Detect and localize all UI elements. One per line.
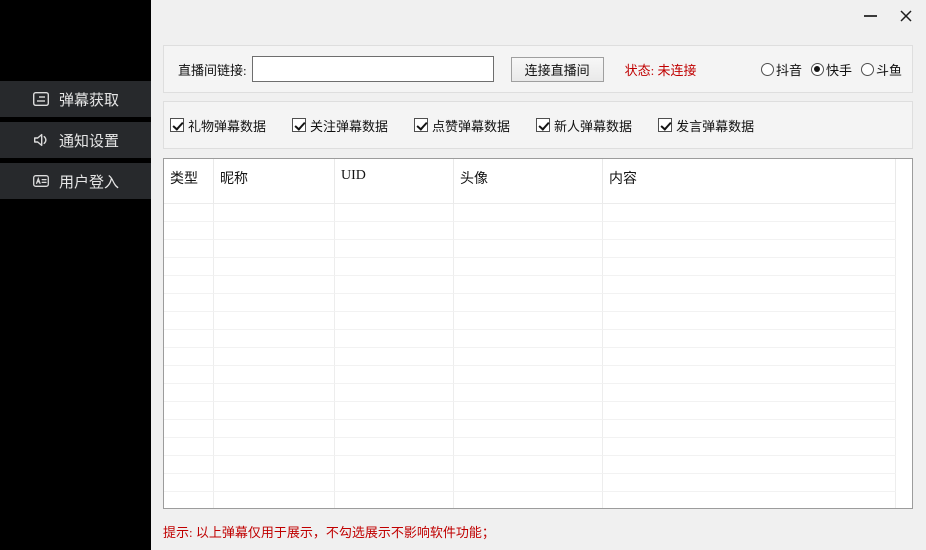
table-row (164, 474, 912, 492)
radio-douyin[interactable]: 抖音 (761, 60, 802, 79)
close-icon (899, 9, 913, 23)
connect-button[interactable]: 连接直播间 (511, 57, 604, 82)
table-row (164, 330, 912, 348)
sidebar: 弹幕获取 通知设置 用户登入 (0, 0, 151, 550)
checkbox-icon (414, 118, 428, 132)
checkbox-like-danmaku[interactable]: 点赞弹幕数据 (414, 116, 510, 135)
checkbox-label: 礼物弹幕数据 (188, 116, 266, 135)
table-row (164, 438, 912, 456)
checkbox-label: 发言弹幕数据 (676, 116, 754, 135)
table-row (164, 276, 912, 294)
table-row (164, 492, 912, 509)
sidebar-item-user-login[interactable]: 用户登入 (0, 163, 151, 199)
speaker-icon (32, 131, 50, 149)
checkbox-icon (170, 118, 184, 132)
sidebar-item-danmaku-fetch[interactable]: 弹幕获取 (0, 81, 151, 117)
column-header-content[interactable]: 内容 (603, 159, 896, 204)
column-header-spacer (896, 159, 912, 204)
checkbox-label: 点赞弹幕数据 (432, 116, 510, 135)
radio-label: 抖音 (776, 60, 802, 79)
checkbox-label: 新人弹幕数据 (554, 116, 632, 135)
table-row (164, 420, 912, 438)
radio-label: 斗鱼 (876, 60, 902, 79)
minimize-button[interactable] (852, 2, 888, 30)
sidebar-item-label: 弹幕获取 (59, 89, 119, 110)
main-area: 直播间链接: 连接直播间 状态: 未连接 抖音 快手 斗鱼 (151, 0, 926, 550)
room-link-label: 直播间链接: (178, 60, 247, 79)
table-row (164, 402, 912, 420)
checkbox-gift-danmaku[interactable]: 礼物弹幕数据 (170, 116, 266, 135)
checkbox-follow-danmaku[interactable]: 关注弹幕数据 (292, 116, 388, 135)
radio-icon (811, 63, 824, 76)
column-header-uid[interactable]: UID (335, 159, 454, 204)
table-row (164, 294, 912, 312)
checkbox-icon (658, 118, 672, 132)
table-row (164, 240, 912, 258)
table-header: 类型 昵称 UID 头像 内容 (164, 159, 912, 204)
list-lines-icon (32, 90, 50, 108)
connection-status: 状态: 未连接 (625, 60, 697, 79)
table-row (164, 456, 912, 474)
room-link-input[interactable] (252, 56, 494, 82)
sidebar-item-notify-settings[interactable]: 通知设置 (0, 122, 151, 158)
table-row (164, 366, 912, 384)
sidebar-item-label: 用户登入 (59, 171, 119, 192)
table-row (164, 348, 912, 366)
table-body (164, 204, 912, 509)
column-header-type[interactable]: 类型 (164, 159, 214, 204)
checkbox-label: 关注弹幕数据 (310, 116, 388, 135)
radio-icon (861, 63, 874, 76)
column-header-avatar[interactable]: 头像 (454, 159, 603, 204)
radio-label: 快手 (826, 60, 852, 79)
checkbox-icon (292, 118, 306, 132)
radio-douyu[interactable]: 斗鱼 (861, 60, 902, 79)
radio-icon (761, 63, 774, 76)
table-row (164, 204, 912, 222)
minimize-icon (864, 15, 877, 17)
app-window: 弹幕获取 通知设置 用户登入 (0, 0, 926, 550)
checkbox-message-danmaku[interactable]: 发言弹幕数据 (658, 116, 754, 135)
table-row (164, 384, 912, 402)
table-row (164, 258, 912, 276)
checkbox-icon (536, 118, 550, 132)
checkbox-newcomer-danmaku[interactable]: 新人弹幕数据 (536, 116, 632, 135)
id-card-icon (32, 172, 50, 190)
filter-panel: 礼物弹幕数据 关注弹幕数据 点赞弹幕数据 新人弹幕数据 发言弹幕数据 (163, 101, 913, 149)
window-controls (852, 2, 924, 30)
connect-panel: 直播间链接: 连接直播间 状态: 未连接 抖音 快手 斗鱼 (163, 45, 913, 93)
danmaku-table: 类型 昵称 UID 头像 内容 (163, 158, 913, 509)
platform-radio-group: 抖音 快手 斗鱼 (761, 60, 902, 79)
column-header-nickname[interactable]: 昵称 (214, 159, 335, 204)
sidebar-item-label: 通知设置 (59, 130, 119, 151)
table-row (164, 222, 912, 240)
radio-kuaishou[interactable]: 快手 (811, 60, 852, 79)
close-button[interactable] (888, 2, 924, 30)
footer-tip: 提示: 以上弹幕仅用于展示，不勾选展示不影响软件功能； (163, 522, 495, 541)
table-row (164, 312, 912, 330)
